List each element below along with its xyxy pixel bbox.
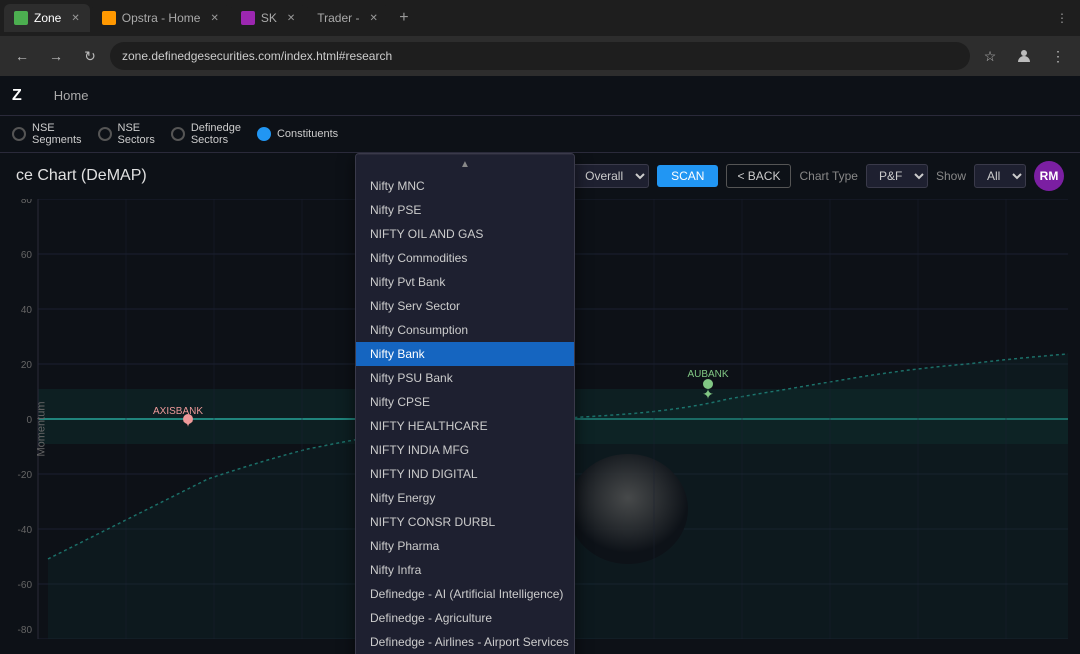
extensions-icon[interactable]: ⋮: [1044, 42, 1072, 70]
main-content: ce Chart (DeMAP) Duration Overall SCAN <…: [0, 153, 1080, 654]
radio-circle-constituents: [257, 127, 271, 141]
tab-bar: Zone ✕ Opstra - Home ✕ SK ✕ Trader - ✕ +…: [0, 0, 1080, 36]
top-nav: Z Home: [0, 76, 1080, 116]
dropdown-item-nifty-cpse[interactable]: Nifty CPSE: [356, 390, 574, 414]
dropdown-item-nifty-serv-sector[interactable]: Nifty Serv Sector: [356, 294, 574, 318]
app-content: Z Home NSE Segments NSE Sectors Definedg…: [0, 76, 1080, 654]
radio-nse-sectors[interactable]: NSE Sectors: [98, 122, 155, 146]
tab-favicon-zone: [14, 11, 28, 25]
address-bar-row: ← → ↻ ☆ ⋮: [0, 36, 1080, 76]
tab-label-opstra: Opstra - Home: [122, 11, 201, 25]
dropdown-menu: ▲ Nifty MNC Nifty PSE NIFTY OIL AND GAS …: [355, 153, 575, 654]
tab-close-opstra[interactable]: ✕: [210, 13, 218, 24]
tab-label-zone: Zone: [34, 11, 61, 25]
dropdown-item-def-airlines[interactable]: Definedge - Airlines - Airport Services: [356, 630, 574, 654]
profile-icon[interactable]: [1010, 42, 1038, 70]
browser-chrome: Zone ✕ Opstra - Home ✕ SK ✕ Trader - ✕ +…: [0, 0, 1080, 76]
radio-definedge-sectors[interactable]: Definedge Sectors: [171, 122, 241, 146]
radio-label-nse-seg-1: NSE: [32, 122, 82, 134]
dropdown-item-def-agriculture[interactable]: Definedge - Agriculture: [356, 606, 574, 630]
dropdown-item-nifty-pharma[interactable]: Nifty Pharma: [356, 534, 574, 558]
radio-nse-segments[interactable]: NSE Segments: [12, 122, 82, 146]
radio-label-def-1: Definedge: [191, 122, 241, 134]
dropdown-item-nifty-consumption[interactable]: Nifty Consumption: [356, 318, 574, 342]
dropdown-item-nifty-consr-durbl[interactable]: NIFTY CONSR DURBL: [356, 510, 574, 534]
radio-constituents[interactable]: Constituents: [257, 127, 338, 141]
radio-nav: NSE Segments NSE Sectors Definedge Secto…: [0, 116, 1080, 153]
dropdown-item-nifty-india-mfg[interactable]: NIFTY INDIA MFG: [356, 438, 574, 462]
dropdown-list: Nifty MNC Nifty PSE NIFTY OIL AND GAS Ni…: [356, 174, 574, 654]
reload-button[interactable]: ↻: [76, 42, 104, 70]
home-link[interactable]: Home: [54, 88, 89, 103]
bookmark-icon[interactable]: ☆: [976, 42, 1004, 70]
tab-favicon-opstra: [102, 11, 116, 25]
tab-extra-button: ⋮: [1048, 4, 1076, 32]
dropdown-item-nifty-bank[interactable]: Nifty Bank: [356, 342, 574, 366]
tab-label-sk: SK: [261, 11, 277, 25]
dropdown-item-nifty-mnc[interactable]: Nifty MNC: [356, 174, 574, 198]
tab-favicon-sk: [241, 11, 255, 25]
dropdown-item-def-ai[interactable]: Definedge - AI (Artificial Intelligence): [356, 582, 574, 606]
tab-close-sk[interactable]: ✕: [287, 13, 295, 24]
address-input[interactable]: [110, 42, 970, 70]
new-tab-button[interactable]: +: [390, 4, 418, 32]
dropdown-item-nifty-psu-bank[interactable]: Nifty PSU Bank: [356, 366, 574, 390]
tab-close-trader[interactable]: ✕: [369, 13, 377, 24]
tab-extra-icon[interactable]: ⋮: [1048, 4, 1076, 32]
dropdown-item-nifty-oil-gas[interactable]: NIFTY OIL AND GAS: [356, 222, 574, 246]
dropdown-item-nifty-ind-digital[interactable]: NIFTY IND DIGITAL: [356, 462, 574, 486]
dropdown-item-nifty-infra[interactable]: Nifty Infra: [356, 558, 574, 582]
radio-circle-definedge: [171, 127, 185, 141]
dropdown-item-nifty-healthcare[interactable]: NIFTY HEALTHCARE: [356, 414, 574, 438]
radio-label-def-2: Sectors: [191, 134, 241, 146]
dropdown-item-nifty-pse[interactable]: Nifty PSE: [356, 198, 574, 222]
radio-label-nse-sec-1: NSE: [118, 122, 155, 134]
dropdown-item-nifty-energy[interactable]: Nifty Energy: [356, 486, 574, 510]
tab-close-zone[interactable]: ✕: [71, 13, 79, 24]
tab-trader[interactable]: Trader - ✕: [307, 4, 388, 32]
logo: Z: [12, 87, 22, 105]
forward-nav-button[interactable]: →: [42, 42, 70, 70]
dropdown-item-nifty-pvt-bank[interactable]: Nifty Pvt Bank: [356, 270, 574, 294]
radio-label-nse-seg-2: Segments: [32, 134, 82, 146]
radio-circle-nse-segments: [12, 127, 26, 141]
dropdown-scroll-up[interactable]: ▲: [356, 154, 574, 174]
radio-label-constituents: Constituents: [277, 128, 338, 140]
dropdown-overlay: ▲ Nifty MNC Nifty PSE NIFTY OIL AND GAS …: [0, 153, 1080, 654]
dropdown-item-nifty-commodities[interactable]: Nifty Commodities: [356, 246, 574, 270]
radio-label-nse-sec-2: Sectors: [118, 134, 155, 146]
radio-circle-nse-sectors: [98, 127, 112, 141]
tab-zone[interactable]: Zone ✕: [4, 4, 90, 32]
tab-label-trader: Trader -: [317, 11, 359, 25]
tab-sk[interactable]: SK ✕: [231, 4, 305, 32]
tab-opstra[interactable]: Opstra - Home ✕: [92, 4, 229, 32]
back-nav-button[interactable]: ←: [8, 42, 36, 70]
